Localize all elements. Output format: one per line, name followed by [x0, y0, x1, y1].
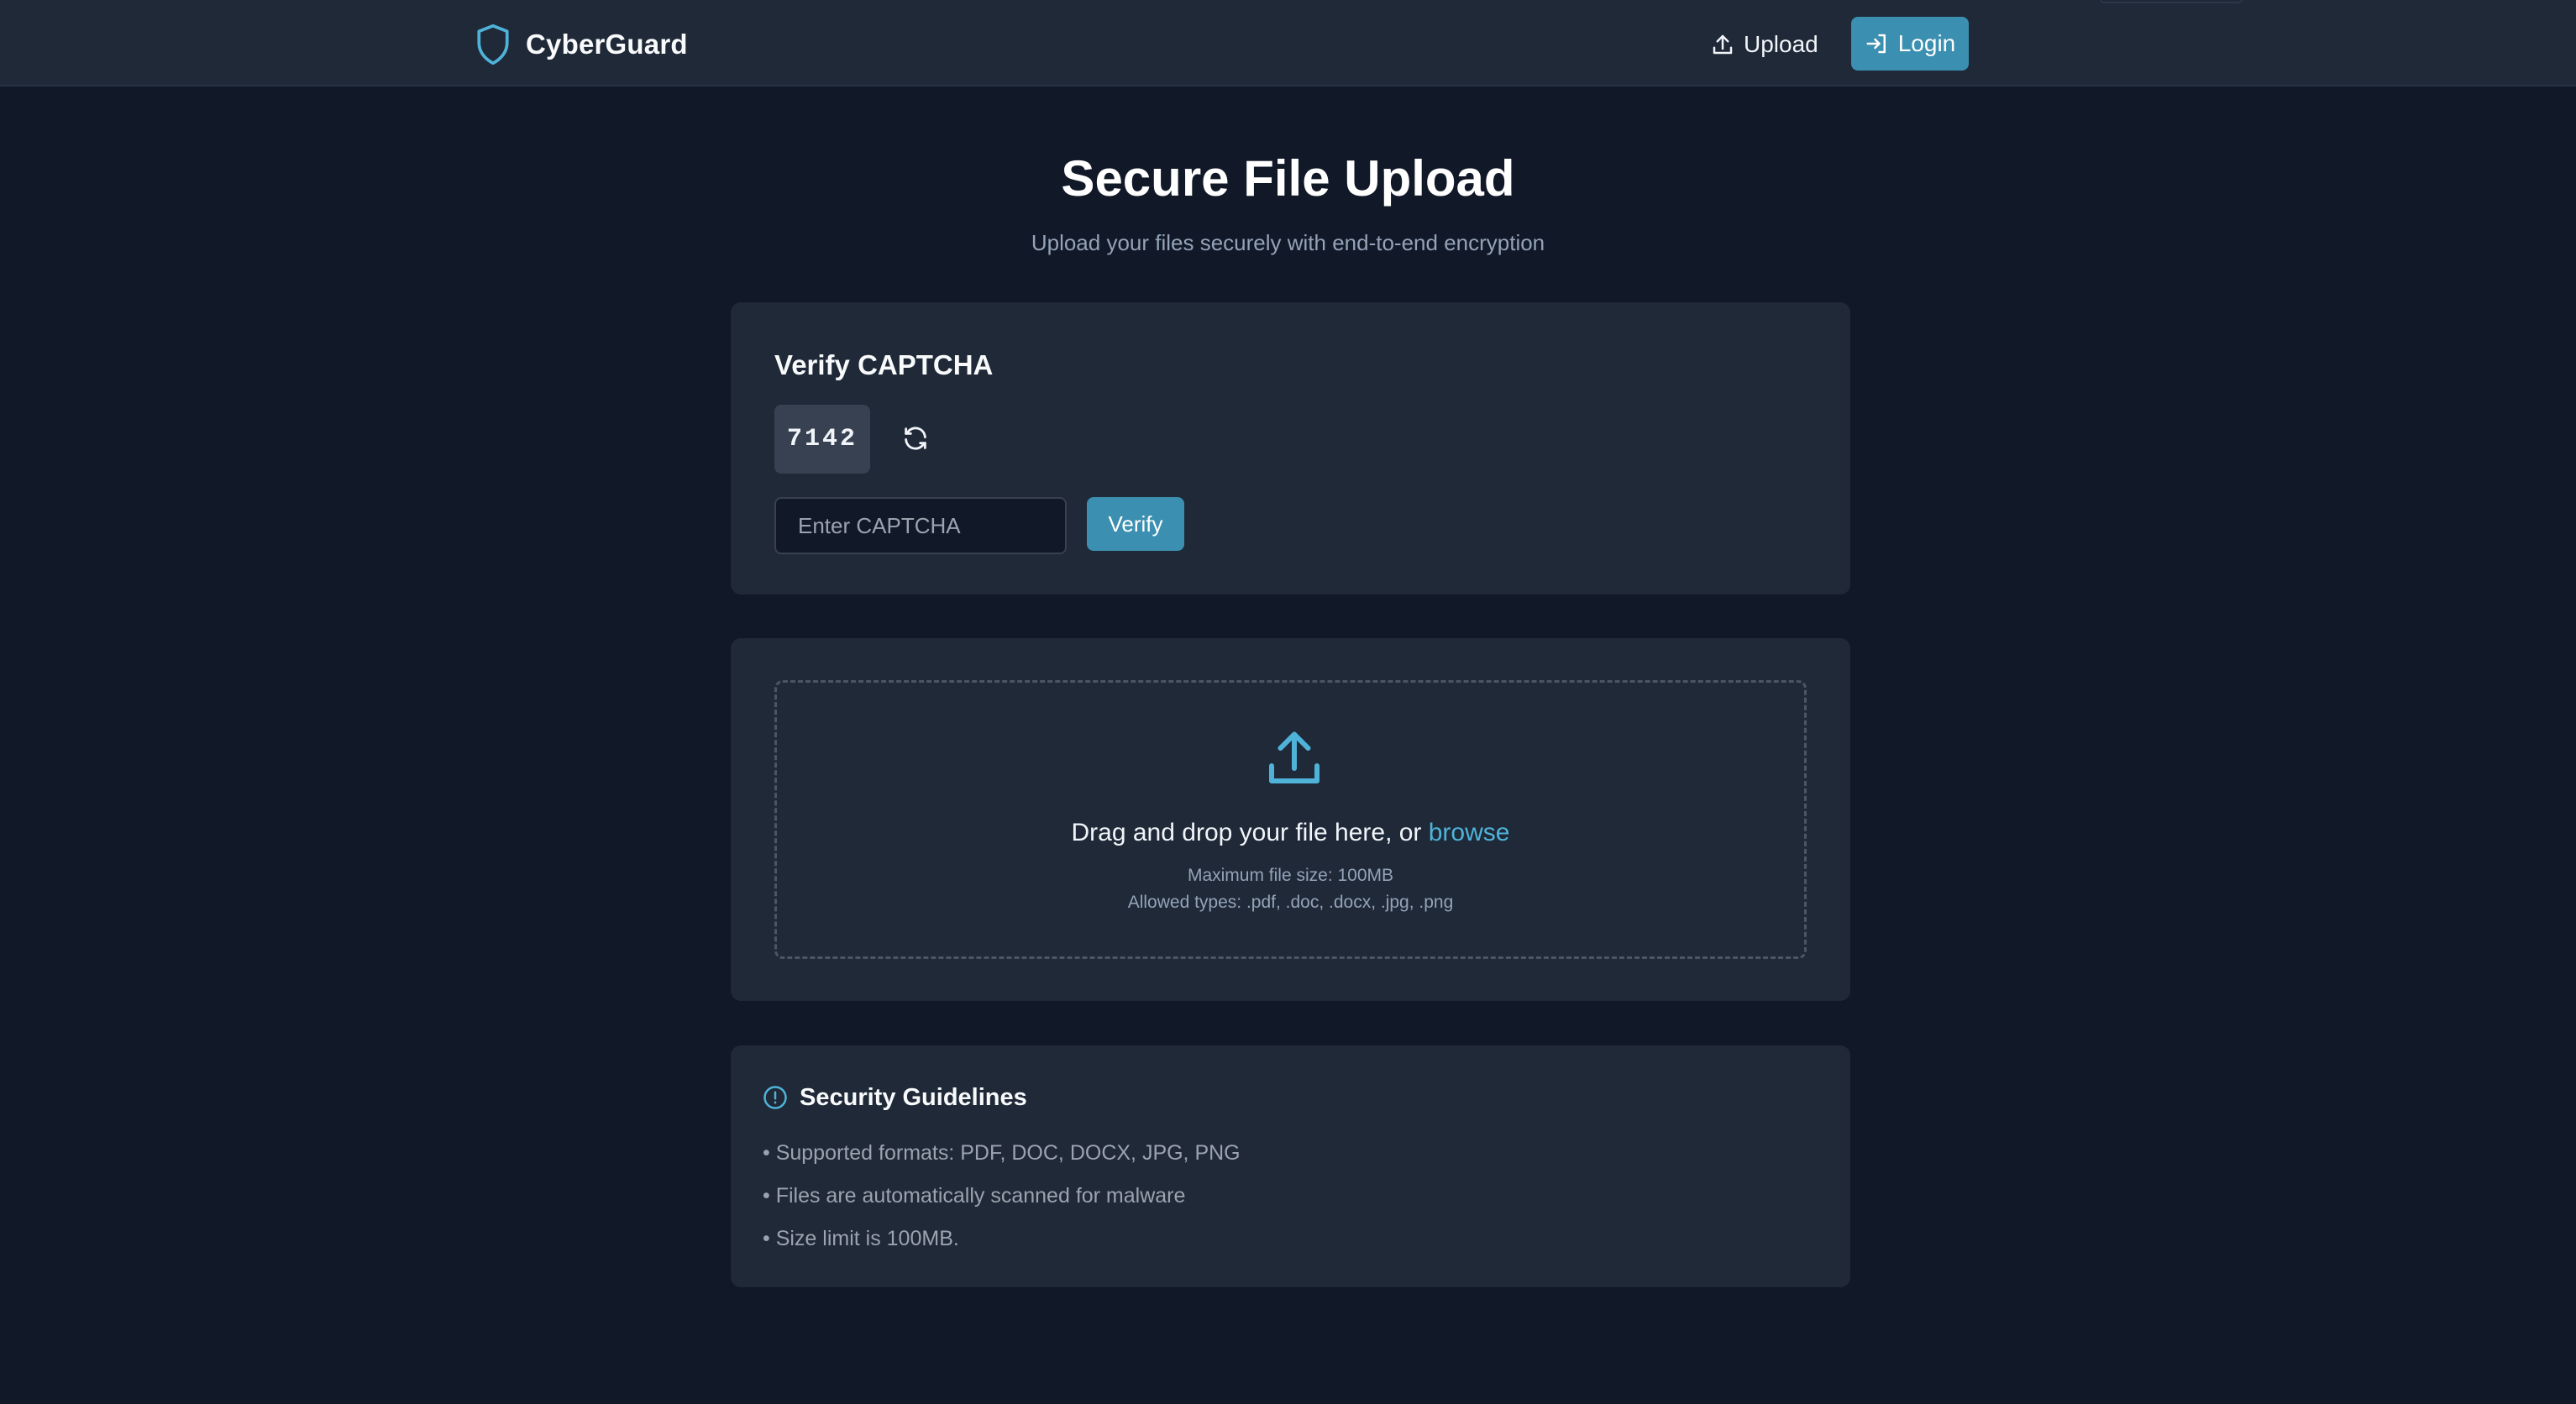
- page-subtitle: Upload your files securely with end-to-e…: [1031, 230, 1545, 255]
- upload-icon: [1713, 34, 1733, 55]
- dropzone-instructions: Drag and drop your file here, or browse: [777, 819, 1804, 847]
- nav-upload-link[interactable]: Upload: [1710, 24, 1818, 65]
- top-edge-pill: [2100, 0, 2243, 3]
- browse-link[interactable]: browse: [1429, 819, 1510, 846]
- guidelines-list: • Supported formats: PDF, DOC, DOCX, JPG…: [763, 1136, 1241, 1265]
- max-file-size-hint: Maximum file size: 100MB: [1187, 866, 1394, 885]
- login-icon: [1866, 34, 1886, 54]
- guideline-item: • Files are automatically scanned for ma…: [763, 1184, 1186, 1208]
- upload-card: Drag and drop your file here, or browse …: [731, 638, 1850, 1001]
- captcha-title: Verify CAPTCHA: [774, 349, 994, 380]
- captcha-card: Verify CAPTCHA 7142 Verify: [731, 302, 1850, 595]
- page-title: Secure File Upload: [1061, 150, 1515, 207]
- guideline-item: • Supported formats: PDF, DOC, DOCX, JPG…: [763, 1141, 1241, 1165]
- shield-icon: [477, 24, 509, 65]
- nav-upload-label: Upload: [1744, 31, 1818, 57]
- dropzone-text: Drag and drop your file here, or: [1071, 819, 1429, 846]
- top-navigation-bar: CyberGuard Upload Login: [0, 0, 2576, 86]
- captcha-input[interactable]: [774, 497, 1067, 554]
- refresh-captcha-button[interactable]: [899, 422, 932, 455]
- guideline-item: • Size limit is 100MB.: [763, 1227, 959, 1250]
- guidelines-title: Security Guidelines: [800, 1083, 1027, 1111]
- info-circle-icon: [763, 1086, 787, 1109]
- guidelines-header: Security Guidelines: [763, 1081, 1027, 1114]
- allowed-types-hint: Allowed types: .pdf, .doc, .docx, .jpg, …: [1127, 893, 1454, 912]
- file-dropzone[interactable]: Drag and drop your file here, or browse …: [774, 680, 1807, 959]
- verify-button[interactable]: Verify: [1087, 497, 1184, 551]
- captcha-code: 7142: [774, 405, 870, 474]
- brand-name: CyberGuard: [526, 29, 688, 60]
- security-guidelines-card: Security Guidelines • Supported formats:…: [731, 1045, 1850, 1287]
- login-label: Login: [1897, 30, 1956, 56]
- login-button[interactable]: Login: [1851, 17, 1969, 71]
- upload-tray-icon: [1269, 731, 1319, 783]
- brand-logo[interactable]: CyberGuard: [474, 22, 688, 67]
- refresh-icon: [905, 427, 926, 450]
